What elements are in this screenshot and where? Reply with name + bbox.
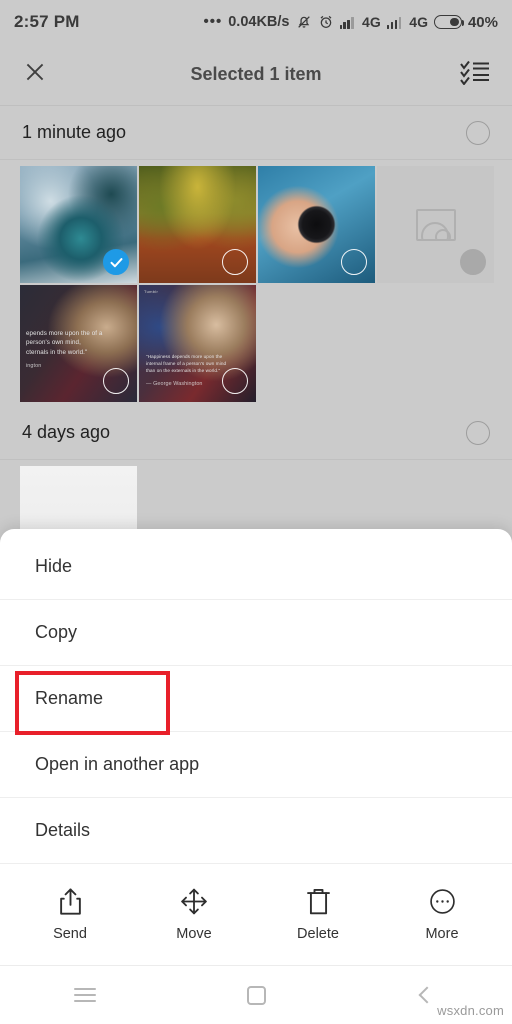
system-nav-bar bbox=[0, 965, 512, 1024]
date-label: 1 minute ago bbox=[22, 122, 127, 142]
action-delete[interactable]: Delete bbox=[276, 887, 360, 942]
menu-item-label: Hide bbox=[35, 556, 73, 576]
select-circle-icon[interactable] bbox=[341, 249, 367, 275]
photo-placeholder[interactable] bbox=[377, 166, 494, 283]
photo-autumn-path[interactable] bbox=[139, 166, 256, 283]
nav-back-button[interactable] bbox=[341, 986, 512, 1004]
action-label: More bbox=[425, 925, 459, 942]
menu-item-hide[interactable]: Hide bbox=[0, 534, 512, 600]
close-icon[interactable] bbox=[22, 59, 48, 90]
action-label: Move bbox=[176, 925, 212, 942]
status-bar: 2:57 PM ••• 0.04KB/s 4G 4G 40% bbox=[0, 0, 512, 44]
network-type-sim1-label: 4G bbox=[362, 14, 381, 30]
action-more[interactable]: More bbox=[400, 887, 484, 942]
photo-overlay-attribution: ington bbox=[26, 362, 42, 369]
network-speed-label: 0.04KB/s bbox=[228, 14, 290, 30]
phone-screen: 2:57 PM ••• 0.04KB/s 4G 4G 40% Selected … bbox=[0, 0, 512, 1024]
select-circle-icon[interactable] bbox=[222, 249, 248, 275]
signal-bars-sim1-icon bbox=[339, 16, 355, 29]
menu-item-label: Details bbox=[35, 820, 91, 840]
date-header-1: 1 minute ago bbox=[0, 106, 512, 160]
select-section-circle-icon[interactable] bbox=[466, 120, 490, 145]
app-bar: Selected 1 item bbox=[0, 44, 512, 106]
signal-bars-sim2-icon bbox=[386, 16, 402, 29]
menu-item-label: Open in another app bbox=[35, 754, 200, 774]
more-dots-icon: ••• bbox=[203, 13, 223, 30]
nav-menu-button[interactable] bbox=[0, 983, 171, 1006]
hamburger-menu-icon bbox=[74, 983, 97, 1006]
photo-camera-lens[interactable] bbox=[258, 166, 375, 283]
menu-item-rename[interactable]: Rename bbox=[0, 666, 512, 732]
photo-space-statue[interactable] bbox=[20, 166, 137, 283]
selected-check-icon[interactable] bbox=[103, 249, 129, 275]
photo-source-badge: Tumblr bbox=[144, 289, 159, 294]
menu-item-copy[interactable]: Copy bbox=[0, 600, 512, 666]
checklist-icon[interactable] bbox=[460, 59, 490, 90]
photo-overlay-text: "Happiness depends more upon the interna… bbox=[146, 354, 234, 388]
back-chevron-icon bbox=[418, 986, 436, 1004]
photo-overlay-text: epends more upon the of a person's own m… bbox=[26, 330, 103, 369]
photo-washington-quote-2[interactable]: Tumblr "Happiness depends more upon the … bbox=[139, 285, 256, 402]
menu-item-label: Rename bbox=[35, 688, 104, 708]
bell-muted-icon bbox=[296, 14, 312, 30]
status-clock: 2:57 PM bbox=[14, 12, 80, 31]
move-arrows-icon bbox=[180, 887, 208, 916]
select-section-circle-icon[interactable] bbox=[466, 420, 490, 445]
action-bar: Send Move Delete More bbox=[0, 869, 512, 965]
menu-item-details[interactable]: Details bbox=[0, 798, 512, 864]
action-send[interactable]: Send bbox=[28, 887, 112, 942]
nav-home-button[interactable] bbox=[171, 985, 342, 1005]
action-move[interactable]: Move bbox=[152, 887, 236, 942]
home-square-icon bbox=[246, 985, 266, 1005]
menu-item-label: Copy bbox=[35, 622, 78, 642]
date-label: 4 days ago bbox=[22, 422, 111, 442]
battery-icon bbox=[433, 15, 465, 29]
photo-overlay-attribution: — George Washington bbox=[146, 380, 203, 387]
gallery-body: 1 minute ago epends more upon the of a p… bbox=[0, 106, 512, 587]
page-title: Selected 1 item bbox=[190, 64, 322, 84]
date-header-2: 4 days ago bbox=[0, 406, 512, 460]
alarm-clock-icon bbox=[318, 14, 334, 30]
trash-icon bbox=[306, 887, 331, 916]
image-placeholder-icon bbox=[415, 208, 456, 241]
status-bar-indicators: ••• 0.04KB/s 4G 4G 40% bbox=[203, 14, 498, 31]
network-type-sim2-label: 4G bbox=[409, 14, 428, 30]
photo-washington-quote-1[interactable]: epends more upon the of a person's own m… bbox=[20, 285, 137, 402]
select-circle-icon[interactable] bbox=[460, 249, 486, 275]
battery-percent-label: 40% bbox=[467, 13, 498, 31]
select-circle-icon[interactable] bbox=[222, 368, 248, 394]
share-upload-icon bbox=[57, 887, 84, 916]
menu-item-open-in-another-app[interactable]: Open in another app bbox=[0, 732, 512, 798]
select-circle-icon[interactable] bbox=[103, 368, 129, 394]
more-circle-icon bbox=[429, 887, 456, 916]
action-label: Send bbox=[53, 925, 87, 942]
action-label: Delete bbox=[297, 925, 339, 942]
photo-grid-1: epends more upon the of a person's own m… bbox=[0, 160, 512, 406]
watermark: wsxdn.com bbox=[437, 1003, 504, 1018]
context-menu-sheet: Hide Copy Rename Open in another app Det… bbox=[0, 529, 512, 965]
